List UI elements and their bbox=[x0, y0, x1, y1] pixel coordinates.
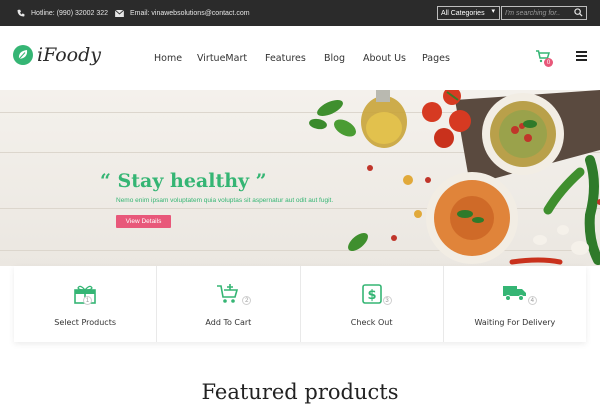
envelope-icon bbox=[115, 9, 124, 17]
order-steps: 1 Select Products 2 Add To Cart $ 3 Chec… bbox=[14, 266, 586, 342]
cart-count-badge: 0 bbox=[544, 58, 553, 67]
step-check-out[interactable]: $ 3 Check Out bbox=[301, 266, 444, 342]
step-label: Select Products bbox=[54, 318, 116, 327]
search-placeholder: I'm searching for.. bbox=[505, 9, 561, 17]
view-details-button[interactable]: View Details bbox=[116, 215, 171, 228]
dollar-icon: $ bbox=[361, 284, 382, 309]
step-number: 1 bbox=[83, 296, 92, 305]
phone-icon bbox=[17, 9, 25, 17]
red-chili-image bbox=[509, 257, 563, 265]
main-nav: Home VirtueMart Features Blog About Us P… bbox=[0, 26, 600, 90]
search-icon[interactable] bbox=[574, 8, 583, 19]
step-waiting-for-delivery[interactable]: 4 Waiting For Delivery bbox=[444, 266, 586, 342]
top-bar: Hotline: (990) 32002 322 Email: vinawebs… bbox=[0, 0, 600, 26]
hero-food-illustration bbox=[309, 90, 600, 265]
hummus-bowl-image bbox=[482, 93, 564, 175]
hero-subtitle: Nemo enim ipsam voluptatem quia voluptas… bbox=[116, 197, 334, 204]
hotline: Hotline: (990) 32002 322 bbox=[17, 0, 108, 26]
step-number: 3 bbox=[382, 296, 392, 305]
cart-button[interactable]: 0 bbox=[536, 50, 553, 68]
carrot-dip-bowl-image bbox=[426, 172, 518, 264]
hero-banner: “ Stay healthy ” Nemo enim ipsam volupta… bbox=[0, 90, 600, 266]
garlic-image bbox=[533, 225, 589, 255]
nav-pages[interactable]: Pages bbox=[422, 53, 450, 64]
hero-title: “ Stay healthy ” bbox=[100, 170, 267, 192]
nav-about-us[interactable]: About Us bbox=[363, 53, 406, 64]
step-number: 2 bbox=[242, 296, 252, 305]
hamburger-menu-icon[interactable] bbox=[576, 51, 587, 63]
featured-products-title: Featured products bbox=[201, 380, 399, 404]
step-label: Add To Cart bbox=[205, 318, 252, 327]
step-number: 4 bbox=[527, 296, 537, 305]
category-select-value: All Categories bbox=[441, 9, 485, 17]
caret-down-icon: ▾ bbox=[491, 8, 495, 15]
nav-home[interactable]: Home bbox=[154, 53, 182, 64]
search-input[interactable]: I'm searching for.. bbox=[501, 6, 587, 20]
nav-virtuemart[interactable]: VirtueMart bbox=[197, 53, 247, 64]
hotline-text: Hotline: (990) 32002 322 bbox=[31, 9, 109, 17]
nav-features[interactable]: Features bbox=[265, 53, 306, 64]
email-text: Email: vinawebsolutions@contact.com bbox=[130, 9, 250, 17]
truck-icon bbox=[502, 284, 527, 307]
nav-blog[interactable]: Blog bbox=[324, 53, 345, 64]
main-header: iFoody Home VirtueMart Features Blog Abo… bbox=[0, 26, 600, 90]
svg-text:$: $ bbox=[367, 288, 376, 303]
step-add-to-cart[interactable]: 2 Add To Cart bbox=[157, 266, 301, 342]
email[interactable]: Email: vinawebsolutions@contact.com bbox=[115, 0, 250, 26]
step-label: Check Out bbox=[350, 318, 393, 327]
step-select-products[interactable]: 1 Select Products bbox=[14, 266, 158, 342]
oil-bottle-image bbox=[361, 90, 407, 148]
step-label: Waiting For Delivery bbox=[474, 318, 556, 327]
cart-add-icon bbox=[217, 284, 239, 309]
category-select[interactable]: All Categories ▾ bbox=[437, 6, 500, 20]
